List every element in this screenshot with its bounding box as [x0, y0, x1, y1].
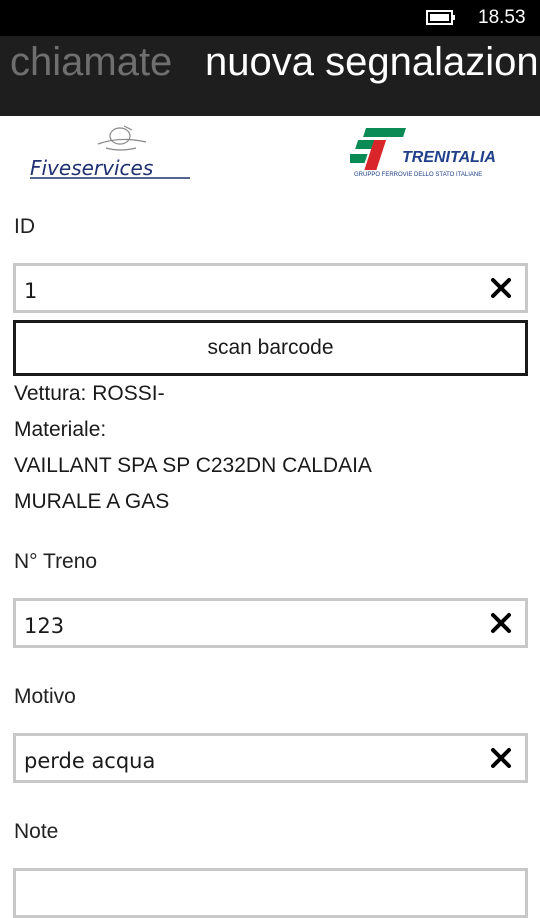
motivo-field[interactable]: perde acqua [13, 733, 528, 783]
trenitalia-logo: TRENITALIA GRUPPO FERROVIE DELLO STATO I… [350, 128, 496, 178]
pivot-item-nuova-segnalazione[interactable]: nuova segnalazione [205, 40, 540, 85]
scan-barcode-button[interactable]: scan barcode [13, 320, 528, 376]
info-vettura: Vettura: ROSSI- [14, 382, 165, 405]
treno-value: 123 [24, 614, 65, 638]
svg-text:Fiveservices: Fiveservices [30, 156, 153, 180]
id-field[interactable]: 1 [13, 263, 528, 313]
clear-icon[interactable] [489, 611, 513, 635]
note-field[interactable] [13, 868, 528, 918]
pivot-header: chiamate nuova segnalazione [0, 36, 540, 116]
treno-field[interactable]: 123 [13, 598, 528, 648]
fiveservices-logo: Fiveservices [30, 125, 190, 180]
info-materiale-line2: MURALE A GAS [14, 490, 170, 513]
id-value: 1 [24, 279, 38, 303]
status-clock: 18.53 [478, 7, 526, 28]
note-label: Note [14, 820, 59, 843]
battery-icon [426, 10, 455, 25]
pivot-item-chiamate[interactable]: chiamate [10, 40, 172, 85]
treno-label: N° Treno [14, 550, 98, 573]
motivo-value: perde acqua [24, 749, 156, 773]
clear-icon[interactable] [489, 276, 513, 300]
status-bar: 18.53 [0, 0, 540, 36]
clear-icon[interactable] [489, 746, 513, 770]
motivo-label: Motivo [14, 685, 76, 708]
info-materiale-line1: VAILLANT SPA SP C232DN CALDAIA [14, 454, 372, 477]
svg-text:TRENITALIA: TRENITALIA [402, 149, 496, 166]
svg-text:GRUPPO FERROVIE DELLO STATO IT: GRUPPO FERROVIE DELLO STATO ITALIANE [354, 172, 482, 178]
info-materiale-label: Materiale: [14, 418, 107, 441]
id-label: ID [14, 215, 35, 238]
